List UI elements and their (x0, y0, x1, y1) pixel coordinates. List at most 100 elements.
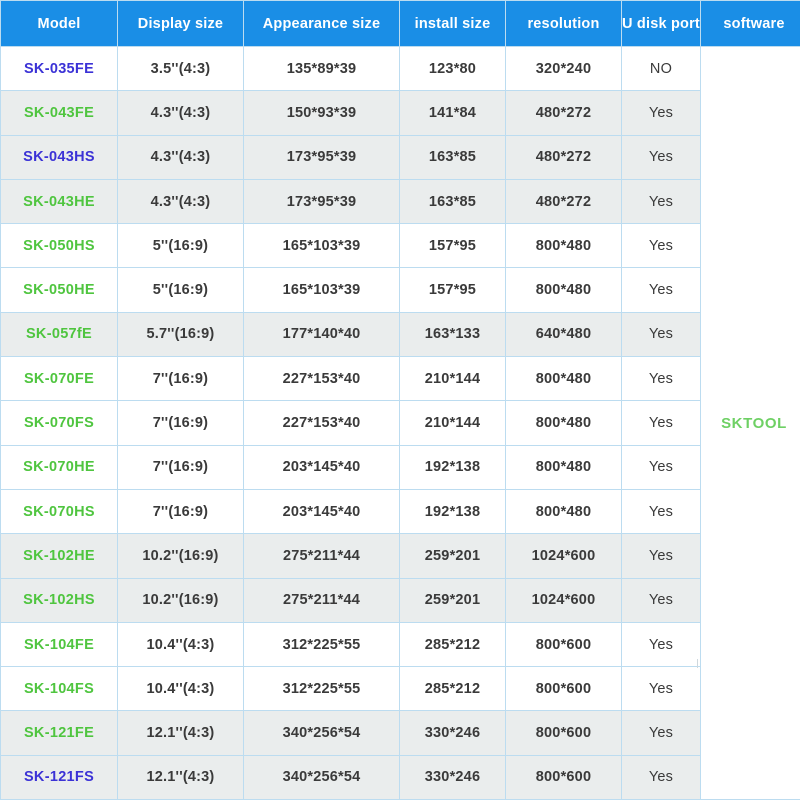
cell-model: SK-121FS (1, 755, 118, 799)
cell-u-disk-port: Yes (622, 711, 701, 755)
cell-install-size: 259*201 (400, 534, 506, 578)
column-header-appearance-size: Appearance size (244, 1, 400, 47)
cell-install-size: 285*212 (400, 667, 506, 711)
cell-appearance-size: 173*95*39 (244, 179, 400, 223)
cell-model: SK-070FE (1, 357, 118, 401)
cell-u-disk-port: Yes (622, 534, 701, 578)
cell-appearance-size: 165*103*39 (244, 224, 400, 268)
cell-u-disk-port: Yes (622, 622, 701, 666)
cell-model: SK-102HS (1, 578, 118, 622)
cell-display-size: 3.5''(4:3) (118, 47, 244, 91)
cell-appearance-size: 340*256*54 (244, 755, 400, 799)
cell-display-size: 12.1''(4:3) (118, 755, 244, 799)
table-body: SK-035FE3.5''(4:3)135*89*39123*80320*240… (1, 47, 800, 800)
cell-appearance-size: 275*211*44 (244, 578, 400, 622)
cell-install-size: 163*85 (400, 179, 506, 223)
table-row: SK-070HE7''(16:9)203*145*40192*138800*48… (1, 445, 800, 489)
cell-appearance-size: 227*153*40 (244, 357, 400, 401)
cell-model: SK-121FE (1, 711, 118, 755)
cell-display-size: 7''(16:9) (118, 401, 244, 445)
cell-appearance-size: 275*211*44 (244, 534, 400, 578)
cell-u-disk-port: Yes (622, 489, 701, 533)
cell-install-size: 285*212 (400, 622, 506, 666)
cell-display-size: 10.4''(4:3) (118, 667, 244, 711)
cell-install-size: 330*246 (400, 755, 506, 799)
cell-resolution: 1024*600 (506, 578, 622, 622)
cell-display-size: 4.3''(4:3) (118, 135, 244, 179)
header-row: Model Display size Appearance size insta… (1, 1, 800, 47)
cell-install-size: 163*133 (400, 312, 506, 356)
cell-model: SK-104FS (1, 667, 118, 711)
cell-model: SK-070HS (1, 489, 118, 533)
cell-resolution: 800*480 (506, 489, 622, 533)
cell-model: SK-050HE (1, 268, 118, 312)
cell-appearance-size: 203*145*40 (244, 489, 400, 533)
cell-u-disk-port: Yes (622, 667, 701, 711)
cell-u-disk-port: Yes (622, 578, 701, 622)
table-row: SK-050HE5''(16:9)165*103*39157*95800*480… (1, 268, 800, 312)
column-header-software: software (701, 1, 800, 47)
cell-u-disk-port: Yes (622, 224, 701, 268)
table-row: SK-043FE4.3''(4:3)150*93*39141*84480*272… (1, 91, 800, 135)
cell-resolution: 800*600 (506, 711, 622, 755)
cell-install-size: 163*85 (400, 135, 506, 179)
cell-resolution: 800*480 (506, 224, 622, 268)
cell-model: SK-057fE (1, 312, 118, 356)
cell-install-size: 192*138 (400, 489, 506, 533)
column-header-display-size: Display size (118, 1, 244, 47)
column-header-u-disk-port: U disk port (622, 1, 701, 47)
cell-model: SK-102HE (1, 534, 118, 578)
cell-install-size: 141*84 (400, 91, 506, 135)
spec-sheet: Model Display size Appearance size insta… (0, 0, 800, 800)
cell-resolution: 480*272 (506, 91, 622, 135)
cell-install-size: 210*144 (400, 401, 506, 445)
cell-u-disk-port: Yes (622, 401, 701, 445)
cell-display-size: 4.3''(4:3) (118, 179, 244, 223)
table-row: SK-057fE5.7''(16:9)177*140*40163*133640*… (1, 312, 800, 356)
cell-u-disk-port: Yes (622, 91, 701, 135)
cell-appearance-size: 312*225*55 (244, 622, 400, 666)
cell-display-size: 12.1''(4:3) (118, 711, 244, 755)
cell-appearance-size: 312*225*55 (244, 667, 400, 711)
cell-display-size: 7''(16:9) (118, 357, 244, 401)
cell-appearance-size: 173*95*39 (244, 135, 400, 179)
cell-resolution: 800*480 (506, 401, 622, 445)
cell-resolution: 480*272 (506, 135, 622, 179)
table-row: SK-121FS12.1''(4:3)340*256*54330*246800*… (1, 755, 800, 799)
cell-appearance-size: 203*145*40 (244, 445, 400, 489)
cell-display-size: 5''(16:9) (118, 268, 244, 312)
cell-display-size: 7''(16:9) (118, 445, 244, 489)
cell-resolution: 800*600 (506, 622, 622, 666)
cell-display-size: 7''(16:9) (118, 489, 244, 533)
column-header-install-size: install size (400, 1, 506, 47)
cell-model: SK-035FE (1, 47, 118, 91)
cell-u-disk-port: Yes (622, 179, 701, 223)
column-header-resolution: resolution (506, 1, 622, 47)
table-row: SK-102HS10.2''(16:9)275*211*44259*201102… (1, 578, 800, 622)
product-specification-table: Model Display size Appearance size insta… (0, 0, 800, 800)
table-row: SK-043HE4.3''(4:3)173*95*39163*85480*272… (1, 179, 800, 223)
cell-appearance-size: 177*140*40 (244, 312, 400, 356)
cell-install-size: 123*80 (400, 47, 506, 91)
cell-u-disk-port: Yes (622, 312, 701, 356)
cell-install-size: 157*95 (400, 268, 506, 312)
cell-install-size: 192*138 (400, 445, 506, 489)
cell-resolution: 800*600 (506, 755, 622, 799)
cell-u-disk-port: Yes (622, 268, 701, 312)
table-row: SK-104FE10.4''(4:3)312*225*55285*212800*… (1, 622, 800, 666)
cell-software-sktool: SKTOOL (701, 47, 800, 800)
stray-mark (697, 659, 698, 668)
table-row: SK-050HS5''(16:9)165*103*39157*95800*480… (1, 224, 800, 268)
cell-u-disk-port: Yes (622, 445, 701, 489)
cell-resolution: 800*480 (506, 357, 622, 401)
cell-appearance-size: 340*256*54 (244, 711, 400, 755)
cell-model: SK-070FS (1, 401, 118, 445)
cell-display-size: 5.7''(16:9) (118, 312, 244, 356)
cell-resolution: 480*272 (506, 179, 622, 223)
cell-model: SK-043HS (1, 135, 118, 179)
cell-appearance-size: 135*89*39 (244, 47, 400, 91)
cell-resolution: 320*240 (506, 47, 622, 91)
cell-resolution: 1024*600 (506, 534, 622, 578)
table-row: SK-070HS7''(16:9)203*145*40192*138800*48… (1, 489, 800, 533)
cell-install-size: 259*201 (400, 578, 506, 622)
